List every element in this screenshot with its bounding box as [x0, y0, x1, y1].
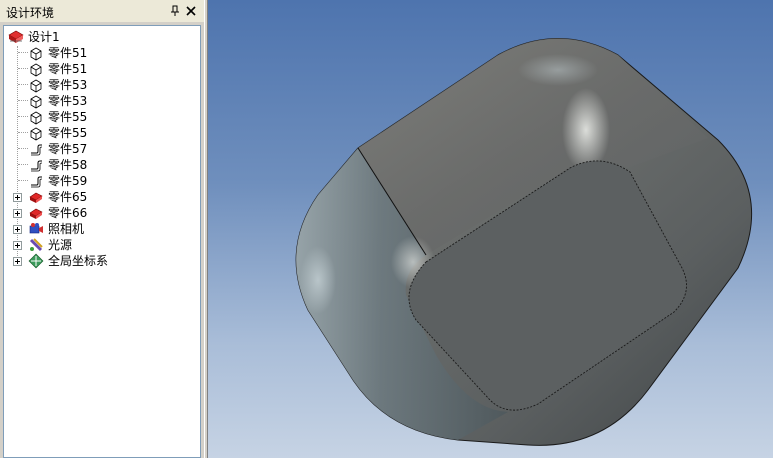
- tree-item-label: 零件51: [48, 62, 88, 76]
- part-curve-icon: [31, 160, 43, 172]
- tree-connector: [18, 100, 28, 101]
- part-highlight: [562, 88, 610, 172]
- part-box-icon: [30, 95, 42, 109]
- part-red-icon: [29, 192, 43, 203]
- design-environment-panel: 设计环境 设计1 零件51 零件51 零件53 零件53 零件55 零件55 零…: [0, 0, 204, 458]
- design-icon: [8, 30, 24, 43]
- tree-item-label: 零件53: [48, 78, 88, 92]
- expand-toggle[interactable]: [13, 241, 22, 250]
- panel-header: 设计环境: [0, 0, 204, 22]
- tree-item-light[interactable]: 光源: [28, 237, 198, 253]
- tree-item[interactable]: 零件51: [28, 61, 198, 77]
- part-box-icon: [30, 111, 42, 125]
- tree-item[interactable]: 零件59: [28, 173, 198, 189]
- tree-item[interactable]: 零件58: [28, 157, 198, 173]
- viewport-canvas: [295, 38, 753, 446]
- tree-connector: [18, 84, 28, 85]
- tree-item-label: 光源: [48, 238, 73, 252]
- tree-root[interactable]: 设计1: [8, 29, 198, 45]
- tree-item-label: 零件55: [48, 110, 88, 124]
- panel-title: 设计环境: [6, 6, 55, 20]
- expand-toggle[interactable]: [13, 257, 22, 266]
- tree-connector: [18, 132, 28, 133]
- part-box-icon: [30, 63, 42, 77]
- tree-connector: [18, 52, 28, 53]
- tree-item[interactable]: 零件51: [28, 45, 198, 61]
- coordinate-system-icon: [28, 253, 44, 269]
- part-curve-icon: [31, 176, 43, 188]
- tree-connector: [18, 116, 28, 117]
- tree-item-label: 全局坐标系: [48, 254, 109, 268]
- tree-connector: [18, 164, 28, 165]
- camera-icon: [29, 223, 43, 234]
- part-box-icon: [30, 47, 42, 61]
- tree-connector: [18, 68, 28, 69]
- part-curve-icon: [31, 144, 43, 156]
- tree-item-label: 零件58: [48, 158, 88, 172]
- expand-toggle[interactable]: [13, 225, 22, 234]
- tree-item-label: 零件57: [48, 142, 88, 156]
- tree-item[interactable]: 零件66: [28, 205, 198, 221]
- part-box-icon: [30, 127, 42, 141]
- pin-icon: [171, 5, 179, 16]
- tree-item-label: 零件51: [48, 46, 88, 60]
- expand-toggle[interactable]: [13, 193, 22, 202]
- tree-item-label: 零件53: [48, 94, 88, 108]
- tree-item[interactable]: 零件53: [28, 93, 198, 109]
- part-highlight: [300, 246, 336, 314]
- part-box-icon: [30, 79, 42, 93]
- tree-item[interactable]: 零件65: [28, 189, 198, 205]
- tree-connector: [18, 180, 28, 181]
- part-highlight: [518, 54, 598, 86]
- tree-item-coordinate[interactable]: 全局坐标系: [28, 253, 198, 269]
- close-icon: [186, 6, 196, 16]
- tree-item[interactable]: 零件55: [28, 125, 198, 141]
- tree-item-label: 零件55: [48, 126, 88, 140]
- tree-root-label: 设计1: [28, 30, 60, 44]
- tree-item-label: 零件65: [48, 190, 88, 204]
- part-red-icon: [29, 208, 43, 219]
- tree-item-label: 零件66: [48, 206, 88, 220]
- tree-item[interactable]: 零件55: [28, 109, 198, 125]
- tree-item-label: 零件59: [48, 174, 88, 188]
- 3d-viewport[interactable]: [208, 0, 773, 458]
- close-button[interactable]: [184, 3, 198, 19]
- tree-item[interactable]: 零件53: [28, 77, 198, 93]
- expand-toggle[interactable]: [13, 209, 22, 218]
- tree-item-camera[interactable]: 照相机: [28, 221, 198, 237]
- pin-button[interactable]: [168, 3, 182, 19]
- tree-item-label: 照相机: [48, 222, 85, 236]
- light-icon: [29, 238, 43, 252]
- design-tree[interactable]: 设计1 零件51 零件51 零件53 零件53 零件55 零件55 零件57 零…: [3, 25, 201, 458]
- tree-connector: [18, 148, 28, 149]
- tree-item[interactable]: 零件57: [28, 141, 198, 157]
